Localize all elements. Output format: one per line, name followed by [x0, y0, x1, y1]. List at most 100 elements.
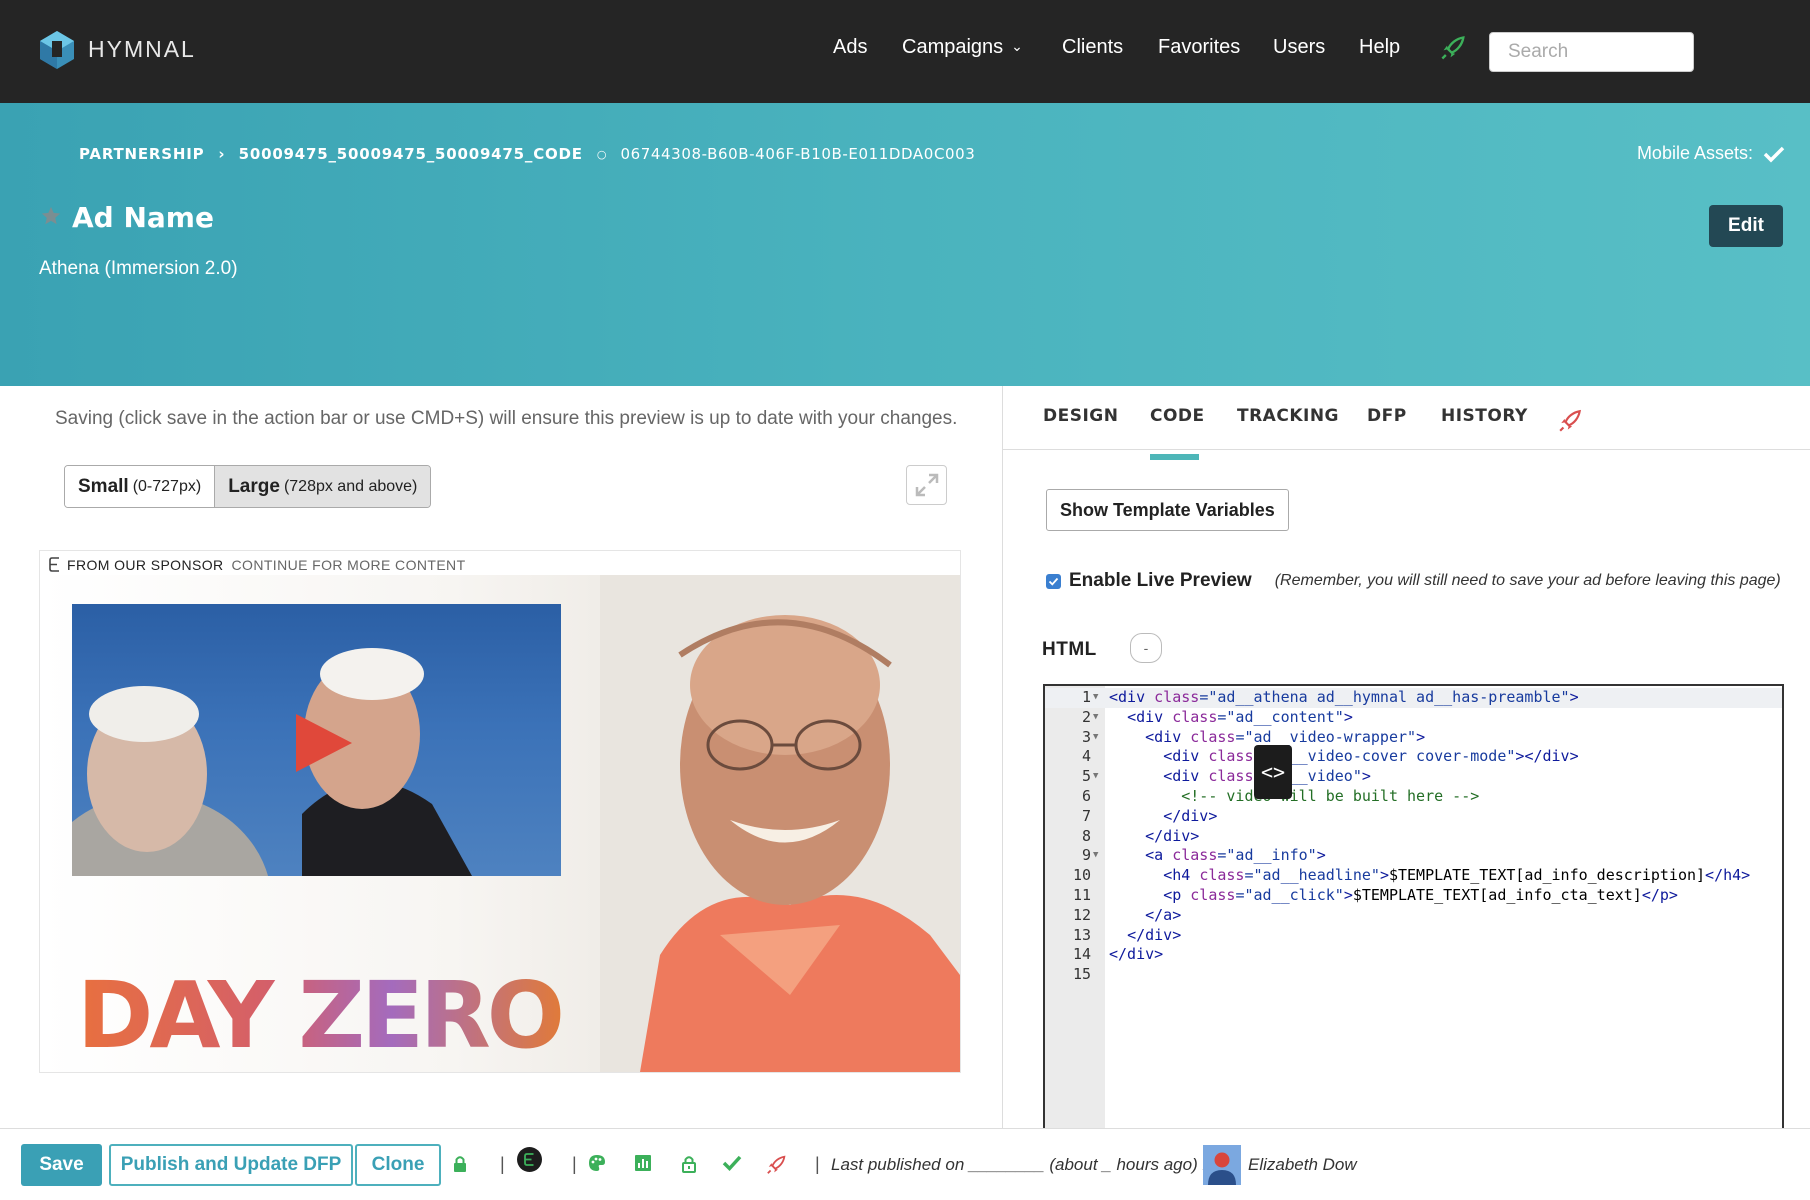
ad-creative: DAY ZERO — [40, 575, 960, 1072]
line-number: 3 — [1081, 727, 1091, 746]
breadcrumb-chevron-icon: › — [218, 145, 225, 163]
breadcrumb-campaign[interactable]: 50009475_50009475_50009475_CODE — [239, 145, 583, 163]
html-section-label: HTML — [1042, 639, 1097, 660]
fold-toggle-icon[interactable]: ▼ — [1093, 767, 1098, 787]
live-preview-checkbox[interactable] — [1046, 573, 1061, 589]
code-text: <div class="ad__video"> — [1163, 767, 1371, 786]
fold-toggle-icon[interactable]: ▼ — [1093, 708, 1098, 728]
app-logo[interactable]: HYMNAL — [38, 27, 196, 71]
code-line: 15 — [1045, 965, 1782, 985]
nav-favorites[interactable]: Favorites — [1158, 36, 1240, 59]
palette-icon[interactable] — [588, 1154, 606, 1177]
nav-help[interactable]: Help — [1359, 36, 1400, 59]
size-small-range: (0-727px) — [132, 477, 202, 495]
expand-preview-button[interactable] — [906, 465, 947, 505]
code-line: 7 </div> — [1045, 807, 1782, 827]
code-icon[interactable]: <> — [1254, 745, 1292, 799]
avatar-silhouette — [1208, 1152, 1236, 1185]
size-large-label: Large — [228, 475, 280, 497]
nav-ads[interactable]: Ads — [833, 36, 867, 59]
tab-dfp[interactable]: DFP — [1367, 406, 1407, 426]
mobile-assets-label: Mobile Assets: — [1636, 143, 1753, 163]
live-preview-note: (Remember, you will still need to save y… — [1274, 572, 1781, 589]
nav-campaigns[interactable]: Campaigns ⌄ — [902, 36, 1023, 59]
video-cover[interactable] — [72, 604, 561, 876]
breadcrumb-circle-icon: ○ — [596, 147, 607, 161]
fold-toggle-icon[interactable]: ▼ — [1093, 846, 1098, 866]
last-published-text: Last published on ________ (about _ hour… — [831, 1155, 1221, 1174]
collapse-html-button[interactable]: - — [1130, 633, 1162, 663]
code-lines: 1 ▼ <div class="ad__athena ad__hymnal ad__… — [1045, 688, 1782, 985]
size-large-option[interactable]: Large (728px and above) — [215, 466, 431, 507]
ad-header: PARTNERSHIP › 50009475_50009475_50009475… — [0, 103, 1810, 386]
nav-campaigns-label: Campaigns — [902, 36, 1004, 58]
nav-clients[interactable]: Clients — [1062, 36, 1123, 59]
edit-button[interactable]: Edit — [1709, 205, 1783, 247]
code-text: </a> — [1145, 905, 1182, 924]
lock-icon[interactable] — [452, 1154, 468, 1179]
tab-history[interactable]: HISTORY — [1441, 406, 1528, 426]
code-text: <div class="ad__athena ad__hymnal ad__ha… — [1109, 688, 1579, 706]
star-icon-graphic — [41, 206, 61, 225]
sponsor-e-icon[interactable] — [516, 1146, 543, 1178]
code-text: <p class="ad__click">$TEMPLATE_TEXT[ad_i… — [1163, 885, 1678, 904]
preview-panel: Saving (click save in the action bar or … — [0, 386, 1002, 1128]
line-number: 11 — [1072, 885, 1091, 904]
ad-template-name: Athena (Immersion 2.0) — [39, 258, 238, 279]
preview-size-toggle: Small (0-727px) Large (728px and above) — [64, 465, 432, 508]
show-template-variables-button[interactable]: Show Template Variables — [1046, 489, 1289, 531]
live-preview-row: Enable Live Preview (Remember, you will … — [1046, 570, 1781, 592]
expand-icon — [915, 473, 938, 497]
code-line: 14 </div> — [1045, 945, 1782, 965]
action-separator: | — [500, 1154, 505, 1174]
top-navbar: HYMNAL Ads Campaigns ⌄ Clients Favorites … — [0, 0, 1810, 103]
checkmark-icon — [1048, 577, 1059, 586]
code-line: 6 <!-- video will be built here --> — [1045, 787, 1782, 807]
line-number: 6 — [1081, 786, 1091, 805]
user-avatar — [1203, 1145, 1241, 1185]
tab-tracking[interactable]: TRACKING — [1237, 406, 1339, 426]
lock-icon[interactable] — [681, 1154, 697, 1179]
breadcrumb-partnership[interactable]: PARTNERSHIP — [79, 145, 204, 163]
rocket-icon — [1559, 409, 1581, 432]
code-line: 3 ▼ <div class="ad__video-wrapper"> — [1045, 728, 1782, 748]
checkmark-icon-graphic — [722, 1155, 742, 1172]
code-line: 12 </a> — [1045, 906, 1782, 926]
save-button[interactable]: Save — [21, 1144, 102, 1186]
rocket-icon-graphic — [767, 1155, 786, 1174]
action-separator: | — [815, 1154, 820, 1174]
palette-icon-graphic — [589, 1155, 605, 1171]
line-number: 10 — [1072, 866, 1091, 885]
code-line: 11 <p class="ad__click">$TEMPLATE_TEXT[a… — [1045, 886, 1782, 906]
fold-toggle-icon[interactable]: ▼ — [1093, 688, 1098, 708]
code-line: 9 ▼ <a class="ad__info"> — [1045, 846, 1782, 866]
code-editor[interactable]: 1 ▼ <div class="ad__athena ad__hymnal ad__… — [1043, 684, 1784, 1128]
fold-toggle-icon[interactable]: ▼ — [1093, 728, 1098, 748]
line-number: 1 — [1081, 688, 1091, 706]
line-number: 14 — [1072, 945, 1091, 964]
ad-preview-frame: FROM OUR SPONSOR CONTINUE FOR MORE CONTE… — [39, 550, 961, 1073]
save-hint: Saving (click save in the action bar or … — [55, 408, 958, 429]
rocket-icon[interactable] — [766, 1154, 788, 1181]
chart-icon[interactable] — [634, 1154, 652, 1177]
lock-icon-graphic — [454, 1156, 466, 1172]
star-icon[interactable] — [40, 205, 62, 232]
code-text: <a class="ad__info"> — [1145, 846, 1326, 865]
nav-users[interactable]: Users — [1273, 36, 1325, 59]
line-number: 9 — [1081, 846, 1091, 865]
continue-link[interactable]: CONTINUE FOR MORE CONTENT — [232, 557, 466, 573]
code-text: </div> — [1163, 806, 1218, 825]
rocket-icon[interactable] — [1440, 34, 1468, 67]
tab-code[interactable]: CODE — [1150, 406, 1205, 426]
code-text: <!-- video will be built here --> — [1181, 786, 1480, 805]
line-number: 15 — [1072, 965, 1091, 984]
size-small-option[interactable]: Small (0-727px) — [65, 466, 216, 507]
checkmark-icon[interactable] — [722, 1154, 742, 1177]
tab-rocket-icon[interactable] — [1558, 408, 1584, 439]
search-input[interactable] — [1489, 32, 1694, 72]
code-line: 8 </div> — [1045, 827, 1782, 847]
tab-design[interactable]: DESIGN — [1043, 406, 1118, 426]
clone-button[interactable]: Clone — [355, 1144, 441, 1186]
publish-update-dfp-button[interactable]: Publish and Update DFP — [109, 1144, 353, 1186]
code-line: 1 ▼ <div class="ad__athena ad__hymnal ad__… — [1045, 688, 1782, 708]
